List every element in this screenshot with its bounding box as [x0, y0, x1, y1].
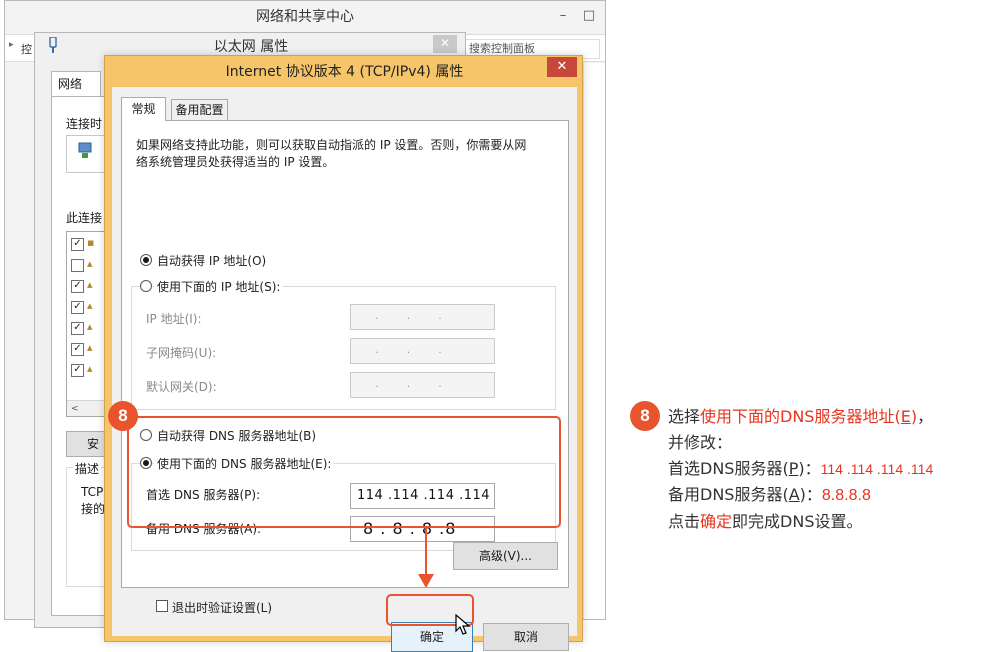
instruction-note: 选择使用下面的DNS服务器地址(E)， 并修改： 首选DNS服务器(P)：114…	[668, 404, 978, 535]
protocol-icon: ▴	[87, 320, 93, 333]
content-pane	[583, 63, 605, 619]
note-line-4: 备用DNS服务器(A)：8.8.8.8	[668, 482, 978, 509]
component-list[interactable]: ✓ ▪ ▴ ✓ ▴ ✓ ▴ ✓ ▴ ✓ ▴ ✓ ▴ <	[66, 231, 106, 417]
maximize-button[interactable]: □	[579, 7, 599, 27]
expand-arrow-icon[interactable]: ▸	[9, 40, 14, 50]
close-button[interactable]: ✕	[433, 35, 457, 53]
note-line-1: 选择使用下面的DNS服务器地址(E)，	[668, 404, 978, 430]
list-item[interactable]: ✓ ▴	[71, 278, 105, 294]
ip-placeholder-dots: ...	[375, 309, 470, 322]
note-text: 备用DNS服务器(	[668, 485, 789, 504]
note-line-3: 首选DNS服务器(P)：114 .114 .114 .114	[668, 456, 978, 482]
step-badge: 8	[108, 401, 138, 431]
ip-address-label: IP 地址(I):	[146, 312, 202, 326]
install-button[interactable]: 安	[66, 431, 106, 457]
note-line-5: 点击确定即完成DNS设置。	[668, 509, 978, 535]
auto-ip-label[interactable]: 自动获得 IP 地址(O)	[157, 252, 266, 269]
horizontal-scrollbar[interactable]: <	[67, 400, 105, 416]
tab-alternate-config[interactable]: 备用配置	[171, 99, 228, 121]
description-title: 描述	[73, 460, 102, 477]
list-item[interactable]: ✓ ▴	[71, 362, 105, 378]
manual-ip-label[interactable]: 使用下面的 IP 地址(S):	[154, 278, 284, 295]
item-checkbox[interactable]: ✓	[71, 301, 84, 314]
advanced-button[interactable]: 高级(V)...	[453, 542, 558, 570]
note-text: ，	[917, 407, 934, 426]
list-item[interactable]: ✓ ▴	[71, 299, 105, 315]
note-text: )：	[799, 485, 822, 504]
breadcrumb[interactable]: 控	[21, 41, 32, 57]
list-item[interactable]: ▴	[71, 257, 105, 273]
note-step-badge: 8	[630, 401, 660, 431]
subnet-mask-label: 子网掩码(U):	[146, 346, 217, 360]
mask-placeholder-dots: ...	[375, 343, 470, 356]
note-text: )：	[798, 459, 821, 478]
ip-address-field[interactable]: ...	[350, 304, 495, 330]
auto-ip-radio[interactable]	[140, 254, 152, 266]
dialog-client: 常规 备用配置 如果网络支持此功能，则可以获取自动指派的 IP 设置。否则，你需…	[112, 87, 577, 652]
item-checkbox[interactable]: ✓	[71, 322, 84, 335]
cancel-button[interactable]: 取消	[483, 623, 569, 651]
service-icon: ▴	[87, 278, 93, 291]
minimize-button[interactable]: –	[553, 7, 573, 27]
service-icon: ▴	[87, 257, 93, 270]
note-text: 选择	[668, 407, 701, 426]
ipv4-properties-dialog: Internet 协议版本 4 (TCP/IPv4) 属性 ✕ 常规 备用配置 …	[104, 55, 583, 652]
protocol-icon: ▴	[87, 341, 93, 354]
list-item[interactable]: ✓ ▴	[71, 320, 105, 336]
validate-label[interactable]: 退出时验证设置(L)	[172, 599, 272, 616]
note-highlight: 确定	[700, 512, 733, 531]
connect-using-label: 连接时	[66, 117, 103, 131]
item-checkbox[interactable]	[71, 259, 84, 272]
tab-network[interactable]: 网络	[51, 71, 101, 97]
note-text: 点击	[668, 512, 701, 531]
item-checkbox[interactable]: ✓	[71, 343, 84, 356]
item-checkbox[interactable]: ✓	[71, 364, 84, 377]
description-group: 描述 TCP 接的	[66, 460, 106, 587]
mouse-pointer-icon	[455, 613, 471, 641]
gateway-field[interactable]: ...	[350, 372, 495, 398]
dialog-title: Internet 协议版本 4 (TCP/IPv4) 属性	[225, 64, 464, 80]
network-center-title: 网络和共享中心	[256, 9, 354, 25]
intro-line: 络系统管理员处获得适当的 IP 设置。	[136, 155, 335, 169]
note-hotkey: A	[788, 485, 800, 504]
note-line-2: 并修改：	[668, 433, 733, 452]
gateway-placeholder-dots: ...	[375, 377, 470, 390]
adapter-icon	[77, 142, 93, 164]
note-hotkey: E	[900, 407, 911, 426]
arrow-down-icon	[418, 574, 434, 588]
manual-ip-radio[interactable]	[140, 280, 152, 292]
protocol-icon: ▴	[87, 362, 93, 375]
list-item[interactable]: ✓ ▪	[71, 236, 105, 252]
client-icon: ▪	[87, 236, 95, 249]
item-checkbox[interactable]: ✓	[71, 238, 84, 251]
note-text: 首选DNS服务器(	[668, 459, 789, 478]
intro-line: 如果网络支持此功能，则可以获取自动指派的 IP 设置。否则，你需要从网	[136, 138, 527, 152]
note-dns-value: 114 .114 .114 .114	[820, 461, 934, 477]
close-button[interactable]: ✕	[547, 57, 577, 77]
note-hotkey: P	[788, 459, 799, 478]
item-checkbox[interactable]: ✓	[71, 280, 84, 293]
note-highlight: 使用下面的DNS服务器地址(	[700, 407, 901, 426]
intro-text: 如果网络支持此功能，则可以获取自动指派的 IP 设置。否则，你需要从网 络系统管…	[136, 137, 556, 171]
validate-checkbox[interactable]	[156, 600, 168, 612]
note-text: 即完成DNS设置。	[732, 512, 863, 531]
connection-uses-label: 此连接	[66, 211, 103, 225]
list-item[interactable]: ✓ ▴	[71, 341, 105, 357]
dns-highlight-frame	[127, 416, 561, 528]
note-dns-value: 8.8.8.8	[821, 487, 871, 504]
adapter-box	[66, 135, 106, 173]
tab-general[interactable]: 常规	[121, 97, 166, 121]
protocol-icon: ▴	[87, 299, 93, 312]
arrow-line	[425, 528, 427, 578]
gateway-label: 默认网关(D):	[146, 380, 217, 394]
subnet-mask-field[interactable]: ...	[350, 338, 495, 364]
